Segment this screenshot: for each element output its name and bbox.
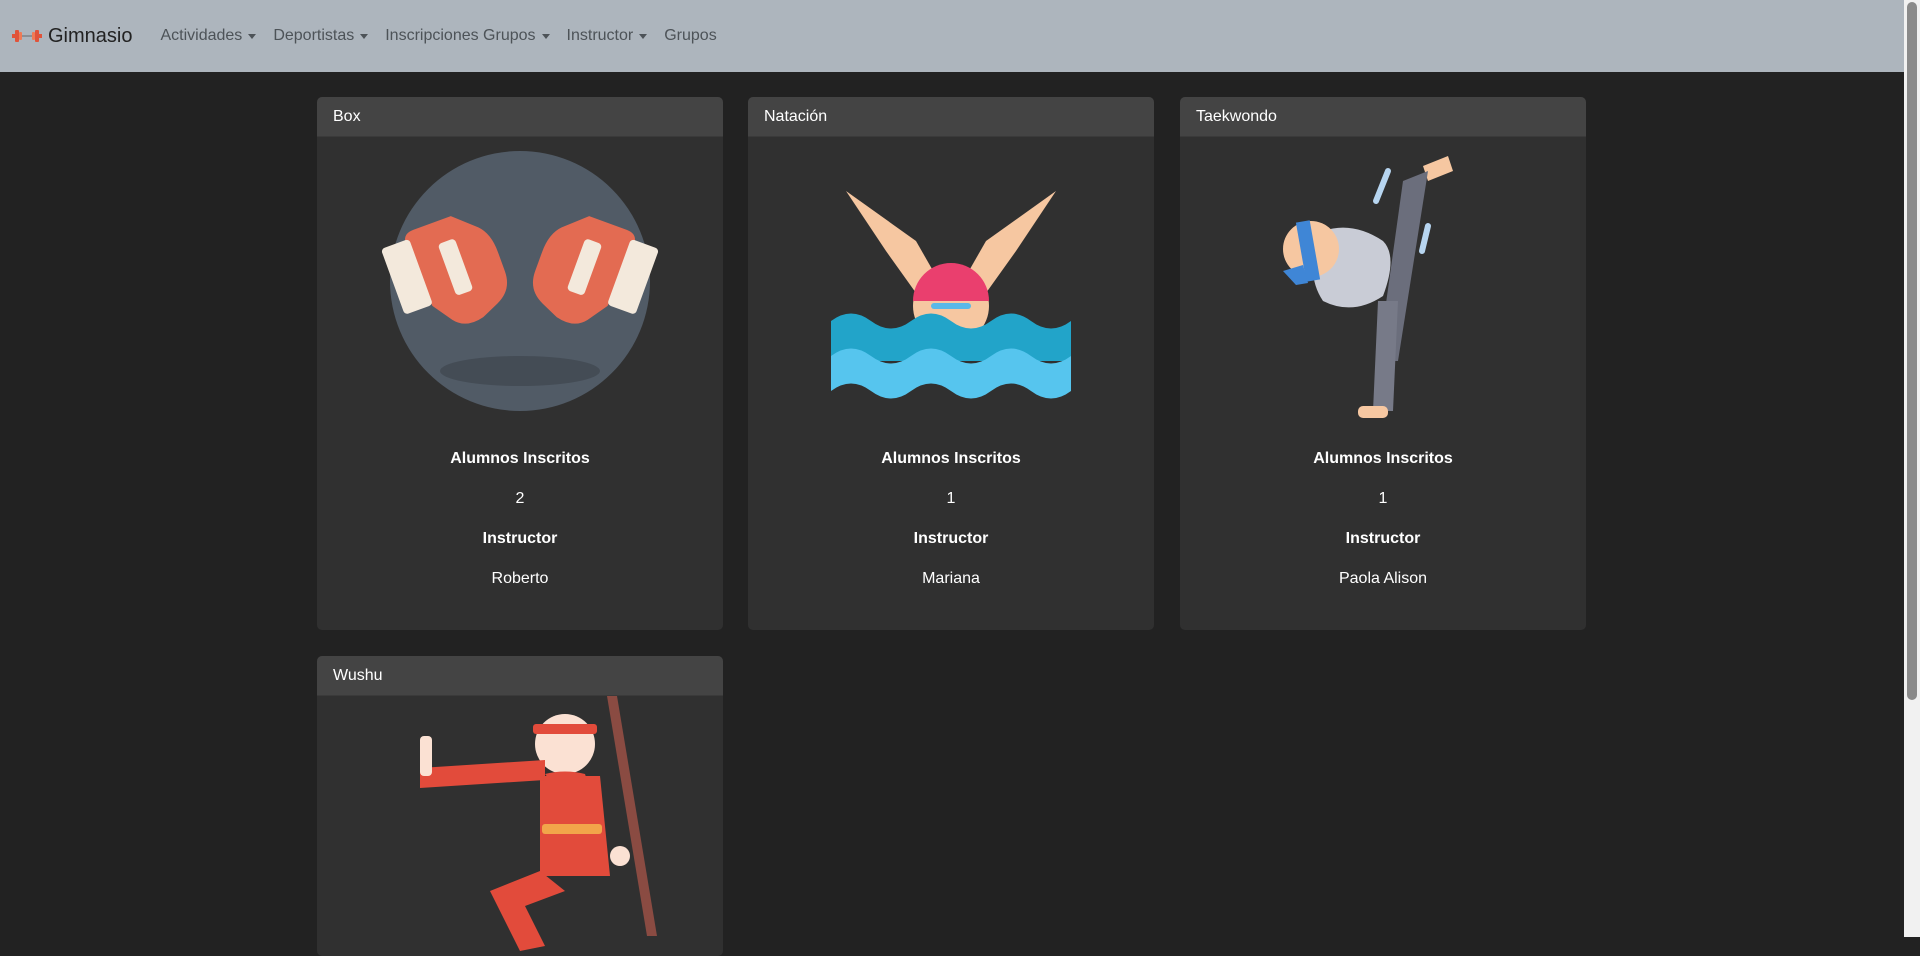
caret-down-icon <box>639 33 648 39</box>
nav-grupos[interactable]: Grupos <box>656 27 724 45</box>
card-title: Natación <box>764 107 828 125</box>
enrolled-label: Alumnos Inscritos <box>881 450 1021 467</box>
card-header: Natación <box>748 97 1154 137</box>
instructor-name: Mariana <box>922 570 980 587</box>
card-title: Wushu <box>333 666 383 684</box>
caret-down-icon <box>360 33 369 39</box>
card-body <box>317 696 723 956</box>
instructor-name: Roberto <box>491 570 549 587</box>
nav-instructor[interactable]: Instructor <box>559 27 656 45</box>
enrolled-label: Alumnos Inscritos <box>450 450 590 467</box>
activity-card-box: Box Alumnos Inscritos 2 Instructor Rober… <box>317 97 723 630</box>
enrolled-count: 1 <box>946 490 956 507</box>
scrollbar-thumb[interactable] <box>1907 2 1917 700</box>
card-header: Box <box>317 97 723 137</box>
caret-down-icon <box>541 33 550 39</box>
enrolled-count: 2 <box>515 490 525 507</box>
nav-instructor-label: Instructor <box>566 27 634 44</box>
nav-deportistas-label: Deportistas <box>273 27 355 44</box>
top-navbar: Gimnasio Actividades Deportistas Inscrip… <box>0 0 1904 72</box>
instructor-name: Paola Alison <box>1338 570 1428 587</box>
enrolled-label: Alumnos Inscritos <box>1313 450 1453 467</box>
nav-deportistas[interactable]: Deportistas <box>265 27 376 45</box>
card-header: Wushu <box>317 656 723 696</box>
instructor-label: Instructor <box>913 530 989 547</box>
page-scrollbar[interactable] <box>1904 0 1920 937</box>
brand-link[interactable]: Gimnasio <box>12 25 132 48</box>
wushu-fighter-icon <box>420 696 657 951</box>
card-body: Alumnos Inscritos 1 Instructor Mariana <box>748 141 1154 599</box>
caret-down-icon <box>248 33 257 39</box>
nav-inscripciones-grupos[interactable]: Inscripciones Grupos <box>377 27 557 45</box>
nav-grupos-label: Grupos <box>664 27 717 44</box>
activity-card-wushu: Wushu <box>317 656 723 956</box>
brand-label: Gimnasio <box>48 24 133 47</box>
card-title: Taekwondo <box>1196 107 1277 125</box>
nav-actividades-label: Actividades <box>160 27 243 44</box>
instructor-label: Instructor <box>1345 530 1421 547</box>
taekwondo-kick-icon <box>1283 156 1453 418</box>
card-header: Taekwondo <box>1180 97 1586 137</box>
nav-actividades[interactable]: Actividades <box>152 27 264 45</box>
activity-card-natacion: Natación Alumnos Inscritos 1 Instructor … <box>748 97 1154 630</box>
card-body: Alumnos Inscritos 1 Instructor Paola Ali… <box>1180 141 1586 599</box>
instructor-label: Instructor <box>482 530 558 547</box>
card-title: Box <box>333 107 361 125</box>
swimmer-icon <box>831 191 1071 399</box>
card-body: Alumnos Inscritos 2 Instructor Roberto <box>317 141 723 599</box>
dumbbell-icon <box>12 30 42 42</box>
enrolled-count: 1 <box>1378 490 1388 507</box>
boxing-gloves-icon <box>381 151 659 411</box>
activity-card-taekwondo: Taekwondo Alumnos Inscritos 1 Instructor… <box>1180 97 1586 630</box>
nav-inscripciones-grupos-label: Inscripciones Grupos <box>385 27 536 44</box>
